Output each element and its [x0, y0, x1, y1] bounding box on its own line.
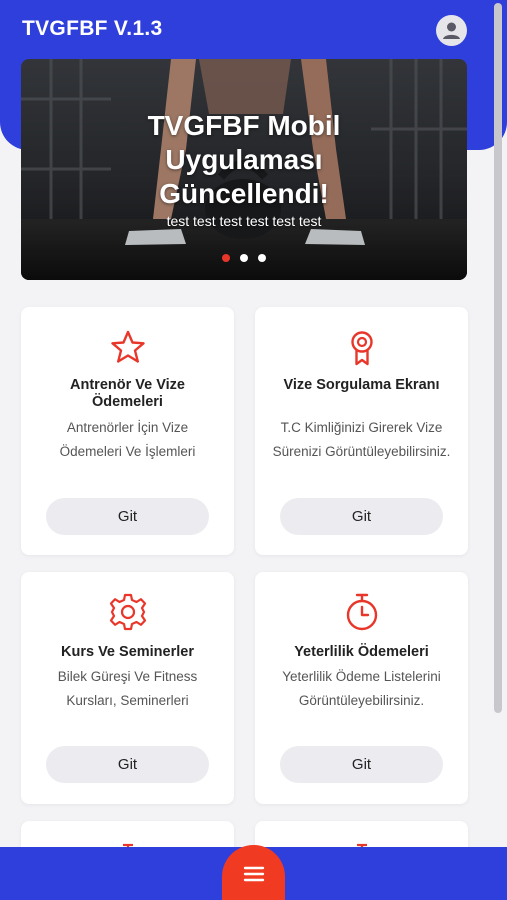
card-description: Bilek Güreşi Ve Fitness Kursları, Semine… [57, 669, 198, 708]
slider-dots [21, 254, 467, 262]
slide-subtitle: test test test test test test [166, 213, 322, 229]
slider-dot[interactable] [240, 254, 248, 262]
card-kurs-seminer: Kurs Ve Seminerler Bilek Güreşi Ve Fitne… [21, 572, 234, 804]
card-description: Antrenörler İçin Vize Ödemeleri Ve İşlem… [59, 420, 196, 459]
top-bar: TVGFBF V.1.3 [0, 0, 507, 60]
award-ribbon-icon [350, 331, 373, 366]
git-button[interactable]: Git [280, 498, 443, 535]
card-antrenor-vize: Antrenör Ve Vize Ödemeleri Antrenörler İ… [21, 307, 234, 555]
git-button[interactable]: Git [46, 746, 209, 783]
card-yeterlilik: Yeterlilik Ödemeleri Yeterlilik Ödeme Li… [255, 572, 468, 804]
avatar[interactable] [436, 15, 467, 46]
card-title: Vize Sorgulama Ekranı [283, 377, 440, 393]
slider-dot[interactable] [222, 254, 230, 262]
star-icon [110, 330, 145, 363]
git-button[interactable]: Git [46, 498, 209, 535]
menu-button[interactable] [222, 845, 285, 900]
git-button[interactable]: Git [280, 746, 443, 783]
stopwatch-icon [346, 593, 377, 631]
card-vize-sorgulama: Vize Sorgulama Ekranı T.C Kimliğinizi Gi… [255, 307, 468, 555]
slide-title: TVGFBF Mobil Uygulaması Güncellendi! [147, 110, 341, 209]
menu-icon [243, 866, 264, 881]
slider-dot[interactable] [258, 254, 266, 262]
hero-slider[interactable]: TVGFBF Mobil Uygulaması Güncellendi! tes… [21, 59, 467, 280]
card-title: Kurs Ve Seminerler [61, 644, 194, 660]
card-description: T.C Kimliğinizi Girerek Vize Sürenizi Gö… [272, 420, 451, 459]
user-icon [443, 22, 460, 39]
card-title: Yeterlilik Ödemeleri [294, 644, 429, 660]
gear-icon [109, 593, 146, 631]
scrollbar[interactable] [494, 3, 502, 713]
card-description: Yeterlilik Ödeme Listelerini Görüntüleye… [282, 669, 441, 708]
card-title: Antrenör Ve Vize Ödemeleri [70, 377, 185, 410]
app-title: TVGFBF V.1.3 [22, 17, 163, 40]
